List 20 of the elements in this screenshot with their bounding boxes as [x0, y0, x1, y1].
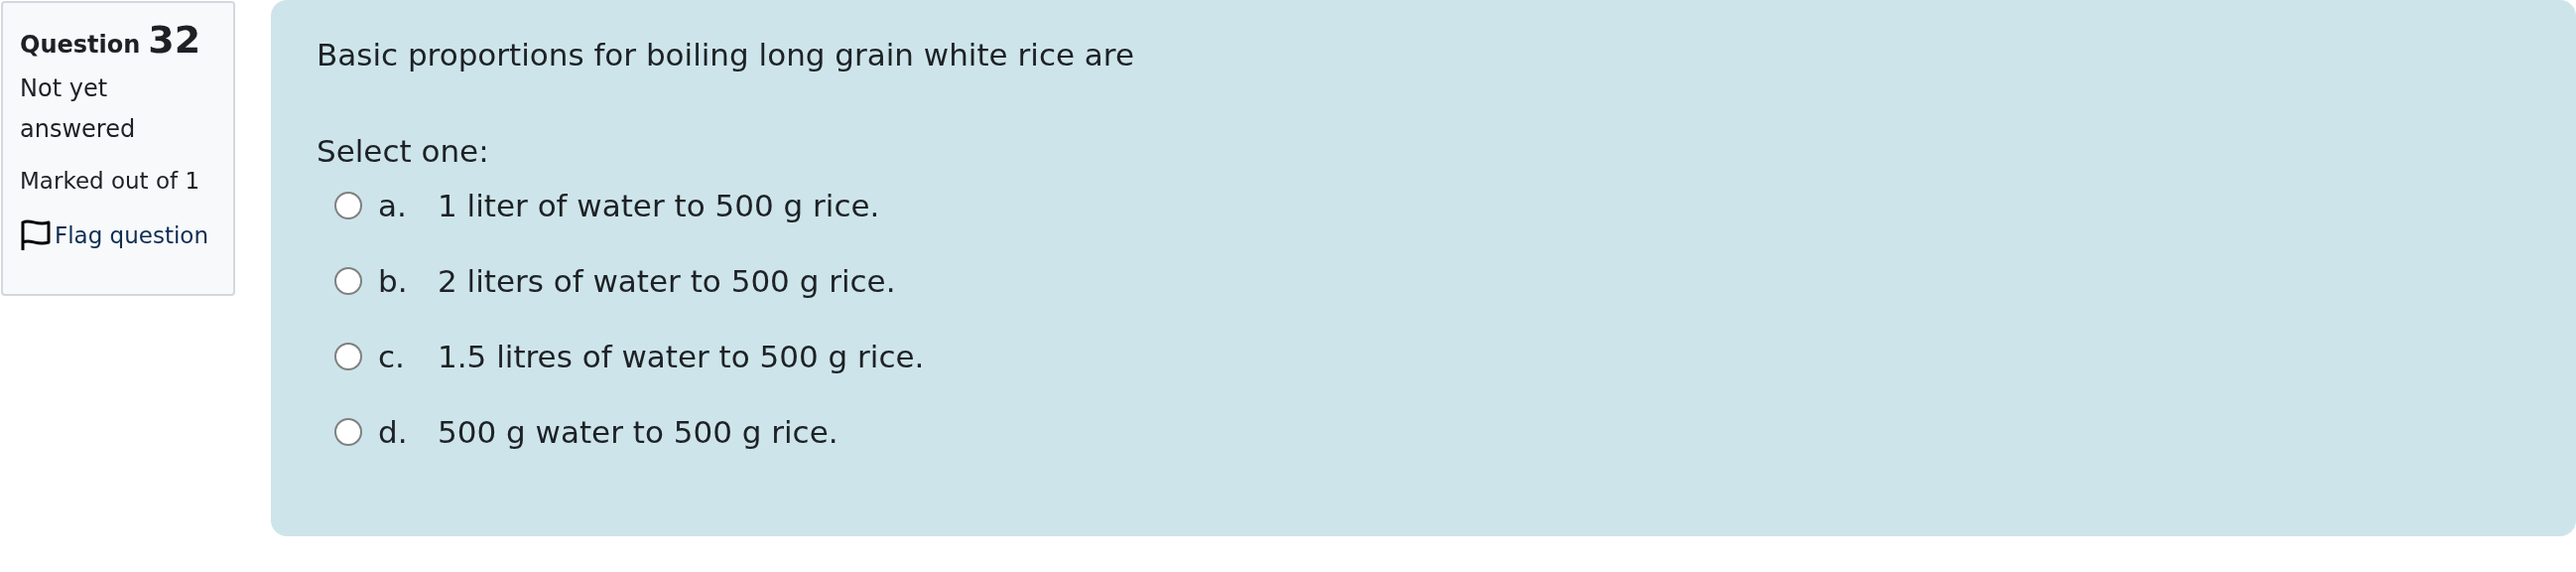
question-label: Question	[20, 30, 141, 61]
radio-button[interactable]	[334, 267, 362, 295]
question-number: 32	[148, 21, 201, 59]
option-letter: c.	[378, 337, 406, 376]
radio-button[interactable]	[334, 343, 362, 370]
flag-icon	[20, 217, 52, 252]
option-text[interactable]: 1 liter of water to 500 g rice.	[438, 182, 880, 229]
option-letter: a.	[378, 186, 408, 225]
option-letter: d.	[378, 412, 409, 452]
flag-question-link[interactable]: Flag question	[20, 217, 216, 252]
radio-button[interactable]	[334, 192, 362, 219]
question-text: Basic proportions for boiling long grain white rice are	[317, 36, 1135, 74]
option-letter: b.	[378, 261, 409, 301]
select-prompt: Select one:	[317, 131, 490, 171]
radio-button[interactable]	[334, 418, 362, 446]
option-text[interactable]: 500 g water to 500 g rice.	[438, 408, 838, 456]
question-state: Not yet answered	[20, 73, 137, 145]
question-grade: Marked out of 1	[20, 167, 201, 196]
option-text[interactable]: 1.5 litres of water to 500 g rice.	[438, 333, 925, 380]
option-text[interactable]: 2 liters of water to 500 g rice.	[438, 257, 896, 305]
